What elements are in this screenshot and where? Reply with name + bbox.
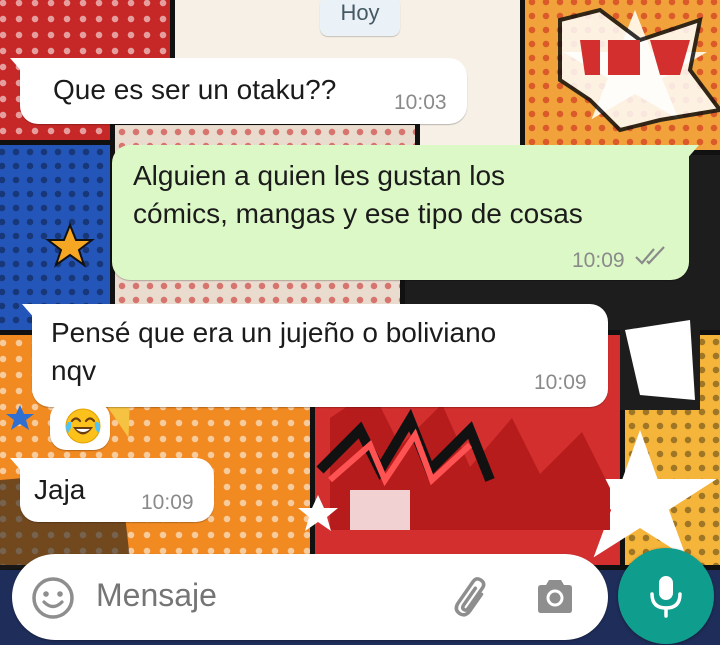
- message-input[interactable]: [96, 577, 426, 614]
- message-text: Que es ser un otaku??: [53, 74, 337, 105]
- bubble-tail: [22, 304, 36, 320]
- attach-icon[interactable]: [448, 574, 496, 622]
- message-bubble-incoming[interactable]: Jaja 10:09: [10, 458, 214, 522]
- emoji-icon[interactable]: [30, 575, 76, 621]
- face-with-tears-of-joy-icon: [65, 408, 101, 444]
- message-composer: [12, 554, 608, 640]
- camera-icon[interactable]: [532, 574, 578, 620]
- bubble-tail: [685, 145, 699, 161]
- message-time: 10:09: [534, 371, 587, 394]
- message-text-line2: nqv: [51, 355, 97, 386]
- message-text-line2: cómics, mangas y ese tipo de cosas: [133, 198, 583, 229]
- bubble-tail: [10, 458, 24, 474]
- message-time: 10:03: [394, 91, 447, 114]
- message-bubble-outgoing[interactable]: Alguien a quien les gustan los cómics, m…: [112, 145, 699, 280]
- message-text-line1: Pensé que era un jujeño o boliviano: [51, 317, 497, 348]
- date-chip: Hoy: [320, 0, 400, 36]
- date-label: Hoy: [340, 0, 380, 25]
- message-text: Jaja: [34, 474, 86, 505]
- double-check-icon: [635, 246, 665, 265]
- message-bubble-incoming[interactable]: Que es ser un otaku?? 10:03: [10, 58, 467, 124]
- message-time: 10:09: [572, 249, 625, 272]
- message-time: 10:09: [141, 491, 194, 514]
- message-text-line1: Alguien a quien les gustan los: [133, 160, 506, 191]
- message-bubble-incoming[interactable]: Pensé que era un jujeño o boliviano nqv …: [22, 304, 608, 407]
- mic-button[interactable]: [618, 548, 714, 644]
- bubble-tail: [10, 58, 24, 74]
- mic-icon: [650, 576, 682, 618]
